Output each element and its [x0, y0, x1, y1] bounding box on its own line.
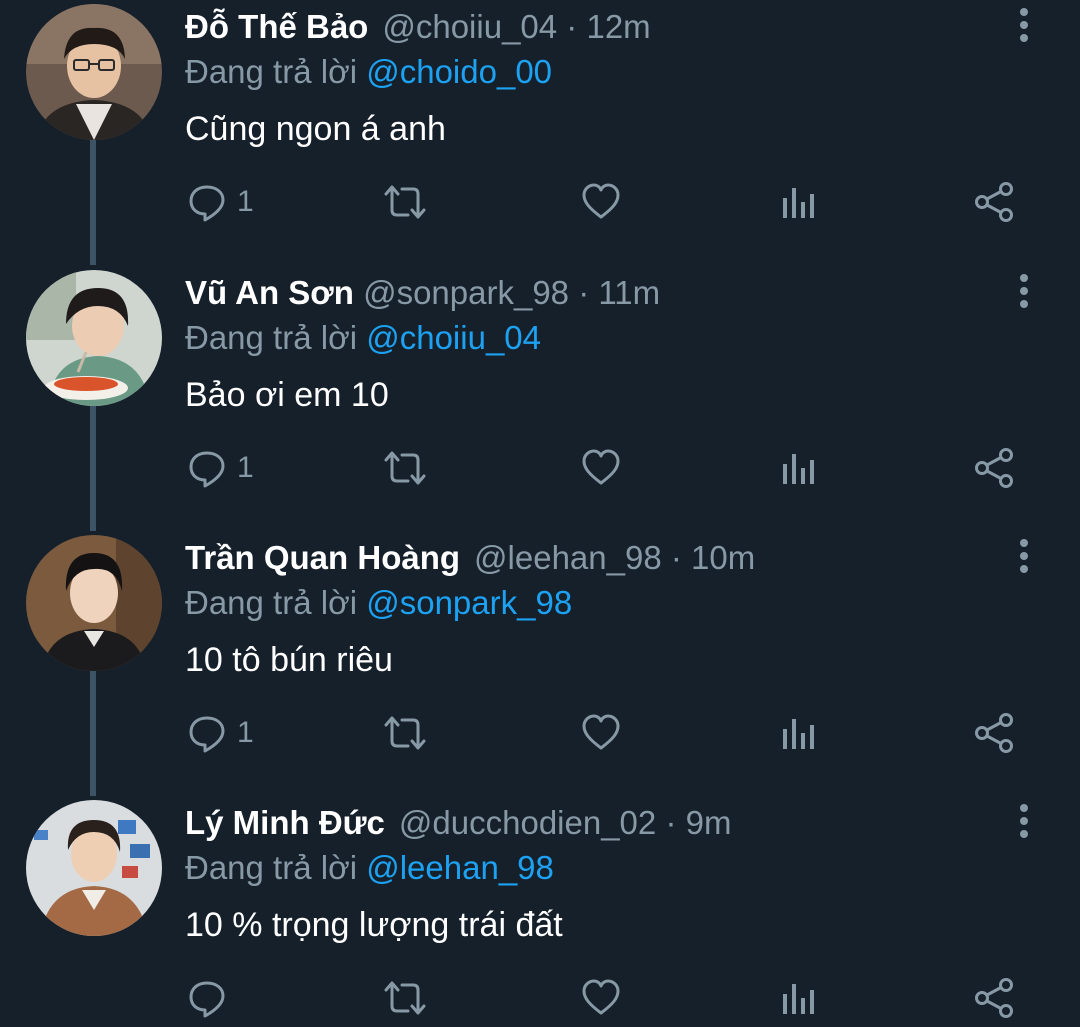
more-options-button[interactable]: [1006, 270, 1042, 310]
separator-dot: ·: [578, 274, 590, 311]
analytics-icon: [783, 454, 814, 484]
user-handle[interactable]: @ducchodien_02: [399, 804, 656, 841]
like-icon: [582, 449, 620, 485]
display-name[interactable]: Đỗ Thế Bảo: [185, 8, 368, 45]
share-button[interactable]: [974, 970, 1016, 1026]
more-options-button[interactable]: [1006, 535, 1042, 575]
retweet-icon: [384, 716, 426, 750]
reply-count: 1: [237, 716, 254, 749]
reply-icon: [189, 451, 225, 488]
more-vertical-icon: [1020, 8, 1028, 42]
more-vertical-icon: [1020, 804, 1028, 838]
reply-icon: [189, 185, 225, 222]
analytics-button[interactable]: [780, 174, 816, 230]
reply-thread: Đỗ Thế Bảo @choiiu_04 · 12m Đang trả lời …: [0, 0, 1080, 1027]
replying-to-link[interactable]: @choiiu_04: [366, 319, 541, 356]
replying-to-label: Đang trả lời: [185, 53, 358, 90]
share-icon: [975, 182, 1013, 222]
like-icon: [582, 979, 620, 1015]
timestamp[interactable]: 12m: [586, 8, 650, 45]
tweet-text: 10 tô bún riêu: [185, 641, 393, 679]
like-button[interactable]: [581, 705, 621, 761]
tweet-1[interactable]: Đỗ Thế Bảo @choiiu_04 · 12m Đang trả lời …: [0, 0, 1080, 265]
user-handle[interactable]: @leehan_98: [474, 539, 662, 576]
share-icon: [975, 978, 1013, 1018]
share-button[interactable]: [974, 174, 1016, 230]
tweet-text: 10 % trọng lượng trái đất: [185, 906, 563, 944]
reply-count: 1: [237, 451, 254, 484]
retweet-icon: [384, 185, 426, 219]
like-button[interactable]: [581, 440, 621, 496]
user-handle[interactable]: @choiiu_04: [382, 8, 557, 45]
timestamp[interactable]: 10m: [691, 539, 755, 576]
reply-button[interactable]: 1: [187, 440, 254, 496]
avatar[interactable]: [26, 535, 162, 671]
user-handle[interactable]: @sonpark_98: [363, 274, 569, 311]
timestamp[interactable]: 11m: [598, 274, 660, 311]
more-options-button[interactable]: [1006, 800, 1042, 840]
tweet-actions: 1: [0, 440, 1080, 496]
share-button[interactable]: [974, 440, 1016, 496]
analytics-icon: [783, 719, 814, 749]
avatar[interactable]: [26, 4, 162, 140]
avatar[interactable]: [26, 800, 162, 936]
reply-count: 1: [237, 185, 254, 218]
retweet-button[interactable]: [382, 174, 428, 230]
analytics-icon: [783, 188, 814, 218]
tweet-4[interactable]: Lý Minh Đức @ducchodien_02 · 9m Đang trả …: [0, 796, 1080, 1027]
tweet-actions: [0, 970, 1080, 1026]
replying-to-label: Đang trả lời: [185, 319, 358, 356]
display-name[interactable]: Vũ An Sơn: [185, 274, 354, 311]
reply-button[interactable]: [187, 970, 237, 1026]
share-icon: [975, 448, 1013, 488]
replying-to-link[interactable]: @leehan_98: [366, 849, 554, 886]
replying-to-link[interactable]: @choido_00: [366, 53, 552, 90]
tweet-actions: 1: [0, 705, 1080, 761]
reply-icon: [189, 981, 225, 1018]
separator-dot: ·: [670, 539, 682, 576]
reply-button[interactable]: 1: [187, 174, 254, 230]
retweet-button[interactable]: [382, 440, 428, 496]
tweet-text: Cũng ngon á anh: [185, 110, 446, 148]
share-button[interactable]: [974, 705, 1016, 761]
retweet-button[interactable]: [382, 970, 428, 1026]
analytics-button[interactable]: [780, 705, 816, 761]
separator-dot: ·: [566, 8, 578, 45]
separator-dot: ·: [665, 804, 677, 841]
share-icon: [975, 713, 1013, 753]
avatar[interactable]: [26, 270, 162, 406]
analytics-button[interactable]: [780, 440, 816, 496]
retweet-icon: [384, 451, 426, 485]
tweet-3[interactable]: Trần Quan Hoàng @leehan_98 · 10m Đang trả…: [0, 531, 1080, 796]
analytics-icon: [783, 984, 814, 1014]
more-options-button[interactable]: [1006, 4, 1042, 44]
analytics-button[interactable]: [780, 970, 816, 1026]
replying-to-label: Đang trả lời: [185, 584, 358, 621]
reply-icon: [189, 716, 225, 753]
tweet-actions: 1: [0, 174, 1080, 230]
retweet-icon: [384, 981, 426, 1015]
timestamp[interactable]: 9m: [686, 804, 732, 841]
like-icon: [582, 714, 620, 750]
replying-to-link[interactable]: @sonpark_98: [366, 584, 572, 621]
display-name[interactable]: Lý Minh Đức: [185, 804, 385, 841]
reply-button[interactable]: 1: [187, 705, 254, 761]
like-icon: [582, 183, 620, 219]
like-button[interactable]: [581, 174, 621, 230]
replying-to-label: Đang trả lời: [185, 849, 358, 886]
retweet-button[interactable]: [382, 705, 428, 761]
display-name[interactable]: Trần Quan Hoàng: [185, 539, 460, 576]
like-button[interactable]: [581, 970, 621, 1026]
more-vertical-icon: [1020, 274, 1028, 308]
more-vertical-icon: [1020, 539, 1028, 573]
tweet-text: Bảo ơi em 10: [185, 376, 389, 414]
tweet-2[interactable]: Vũ An Sơn @sonpark_98 · 11m Đang trả lời…: [0, 266, 1080, 531]
